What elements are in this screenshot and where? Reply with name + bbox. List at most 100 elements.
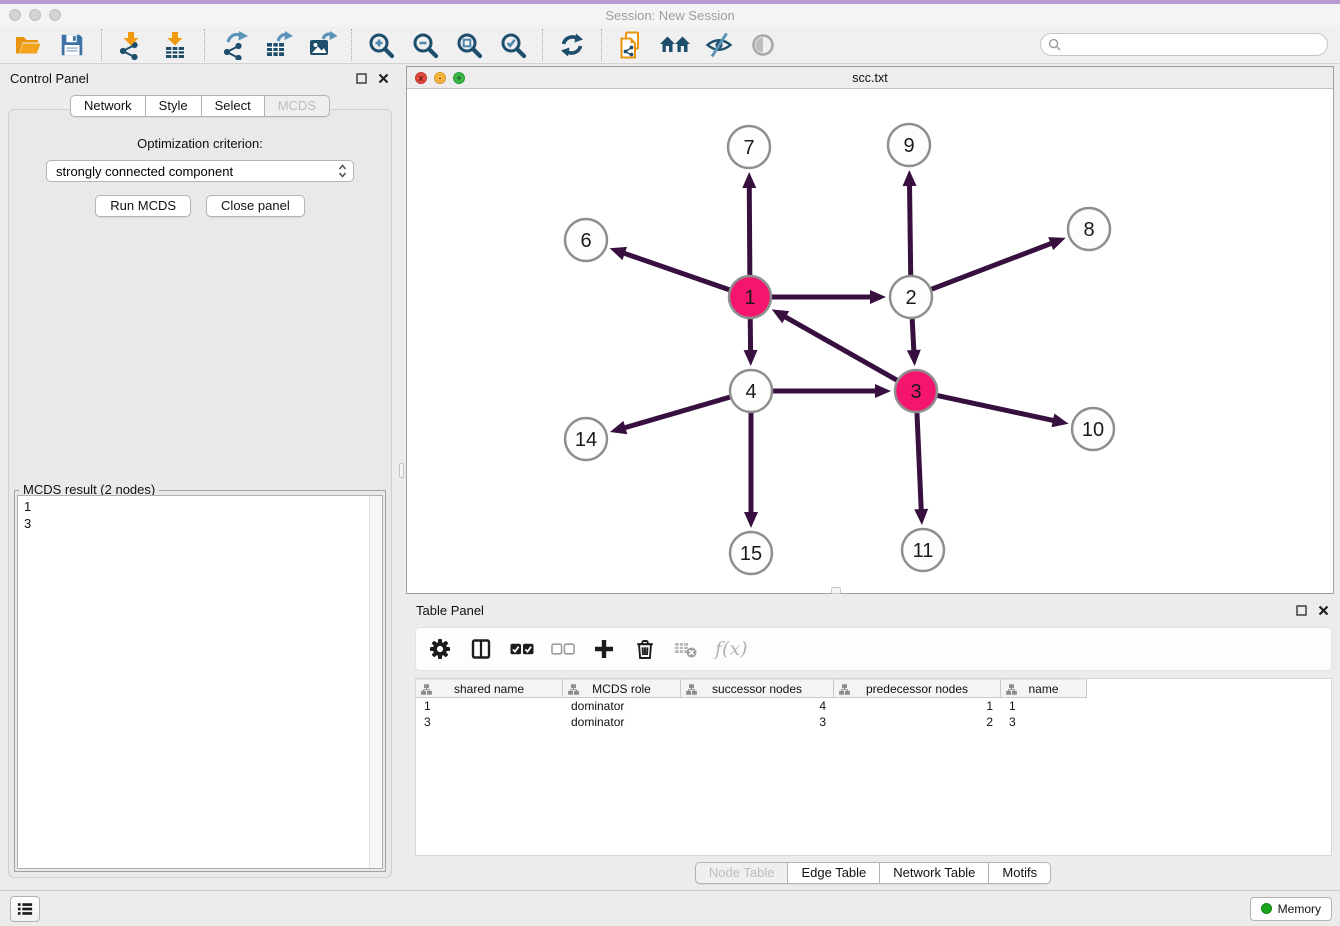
vertical-splitter-handle[interactable] [399,463,404,478]
graph-node-7[interactable]: 7 [728,126,770,168]
graph-edge-2-8[interactable] [932,237,1066,289]
tab-select[interactable]: Select [202,95,265,117]
table-cell[interactable]: 1 [834,698,1001,714]
search-field[interactable] [1040,33,1328,56]
graph-edge-4-14[interactable] [610,397,730,434]
duplicate-network-icon[interactable] [609,28,653,62]
graph-edge-3-1[interactable] [772,309,897,380]
graph-node-9[interactable]: 9 [888,124,930,166]
network-window-titlebar[interactable]: x - + scc.txt [407,67,1333,89]
tab-mcds[interactable]: MCDS [265,95,330,117]
table-cell[interactable]: 3 [681,714,834,730]
column-header-successor-nodes[interactable]: successor nodes [681,679,834,698]
task-history-list-icon[interactable] [10,896,40,922]
graph-node-label: 7 [743,137,754,159]
hide-selected-icon[interactable] [697,28,741,62]
table-cell[interactable]: 1 [416,698,563,714]
close-table-panel-icon[interactable] [1317,604,1330,617]
graph-edge-3-10[interactable] [938,396,1069,428]
toolbar-separator [101,29,102,61]
search-input[interactable] [1066,38,1320,52]
tab-node-table[interactable]: Node Table [695,862,789,884]
table-cell[interactable]: 3 [1001,714,1087,730]
zoom-out-icon[interactable] [403,28,447,62]
zoom-in-glyph [367,31,395,59]
tab-network-table[interactable]: Network Table [880,862,989,884]
graph-node-10[interactable]: 10 [1072,408,1114,450]
graph-edge-1-6[interactable] [610,247,730,290]
close-panel-button[interactable]: Close panel [206,195,305,217]
graph-node-14[interactable]: 14 [565,418,607,460]
network-window: x - + scc.txt 1 2 3 4 6 7 8 9 10 11 14 15 [406,66,1334,594]
delete-table-icon[interactable] [674,637,698,661]
graph-node-11[interactable]: 11 [902,529,944,571]
table-cell[interactable]: 2 [834,714,1001,730]
table-cell[interactable]: 1 [1001,698,1087,714]
open-session-icon[interactable] [6,28,50,62]
graph-edge-1-4[interactable] [744,319,758,366]
graph-edge-1-2[interactable] [772,290,886,304]
graph-edge-4-3[interactable] [773,384,891,398]
criterion-dropdown[interactable]: strongly connected component [46,160,354,182]
deselect-all-columns-icon[interactable] [551,637,575,661]
graph-edge-2-3[interactable] [907,319,921,366]
graph-node-2[interactable]: 2 [890,276,932,318]
graph-node-15[interactable]: 15 [730,532,772,574]
table-cell[interactable]: dominator [563,714,681,730]
tab-network[interactable]: Network [70,95,146,117]
zoom-selected-icon[interactable] [491,28,535,62]
column-header-shared-name[interactable]: shared name [416,679,563,698]
graph-edge-4-15[interactable] [744,413,758,528]
close-panel-icon[interactable] [377,72,390,85]
import-table-icon[interactable] [153,28,197,62]
table-cell[interactable]: dominator [563,698,681,714]
apply-layout-icon[interactable] [550,28,594,62]
column-settings-gear-icon[interactable] [428,637,452,661]
result-scrollbar[interactable] [369,496,382,868]
column-header-MCDS-role[interactable]: MCDS role [563,679,681,698]
graph-node-1[interactable]: 1 [729,276,771,318]
graph-node-label: 9 [903,135,914,157]
table-cell[interactable]: 3 [416,714,563,730]
tab-edge-table[interactable]: Edge Table [788,862,880,884]
export-table-icon[interactable] [256,28,300,62]
first-neighbors-icon[interactable] [653,28,697,62]
graph-edge-3-11[interactable] [914,413,928,525]
table-tabs: Node TableEdge TableNetwork TableMotifs [695,862,1051,884]
graph-edge-1-7[interactable] [742,172,756,275]
float-table-panel-icon[interactable] [1295,604,1308,617]
graph-node-3[interactable]: 3 [895,370,937,412]
show-all-icon[interactable] [741,28,785,62]
add-column-icon[interactable] [592,637,616,661]
memory-button[interactable]: Memory [1250,897,1332,921]
export-network-icon[interactable] [212,28,256,62]
export-image-icon[interactable] [300,28,344,62]
zoom-fit-icon[interactable] [447,28,491,62]
graph-node-4[interactable]: 4 [730,370,772,412]
function-builder-icon[interactable]: f(x) [715,637,748,661]
column-header-name[interactable]: name [1001,679,1087,698]
table-row[interactable]: 1dominator411 [416,698,1331,714]
table-row[interactable]: 3dominator323 [416,714,1331,730]
import-network-glyph [116,30,146,60]
float-panel-icon[interactable] [355,72,368,85]
split-table-icon[interactable] [469,637,493,661]
graph-edge-2-9[interactable] [903,170,917,275]
select-all-columns-icon[interactable] [510,637,534,661]
mcds-result-textarea[interactable]: 13 [17,495,383,869]
network-canvas[interactable]: 1 2 3 4 6 7 8 9 10 11 14 15 [407,89,1333,593]
zoom-in-icon[interactable] [359,28,403,62]
graph-node-8[interactable]: 8 [1068,208,1110,250]
horizontal-splitter-handle[interactable] [831,587,841,594]
tab-motifs[interactable]: Motifs [989,862,1051,884]
table-cell[interactable]: 4 [681,698,834,714]
save-session-icon[interactable] [50,28,94,62]
column-header-predecessor-nodes[interactable]: predecessor nodes [834,679,1001,698]
graph-node-6[interactable]: 6 [565,219,607,261]
tab-style[interactable]: Style [146,95,202,117]
delete-columns-icon[interactable] [633,637,657,661]
column-label: name [1028,682,1058,696]
import-network-icon[interactable] [109,28,153,62]
run-mcds-button[interactable]: Run MCDS [95,195,191,217]
memory-label: Memory [1278,902,1321,916]
